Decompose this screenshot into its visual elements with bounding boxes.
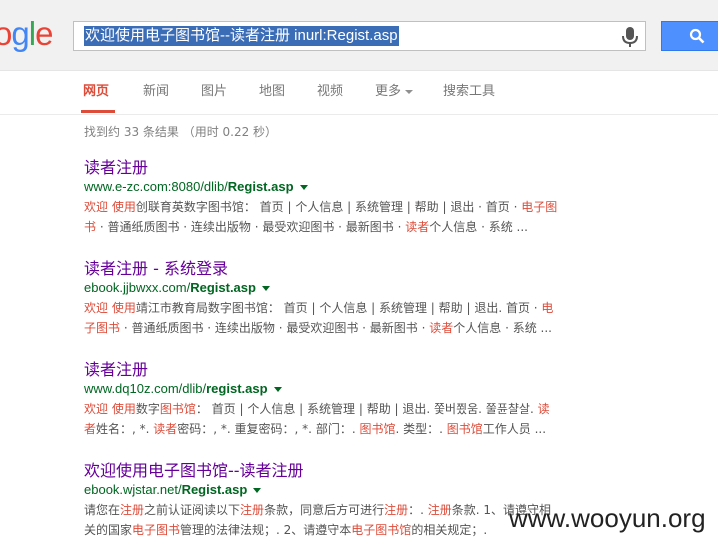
- snippet-line: 欢迎 使用数字图书馆： 首页 | 个人信息 | 系统管理 | 帮助 | 退出. …: [84, 399, 594, 419]
- google-logo[interactable]: ogle: [0, 14, 53, 54]
- snippet-text: 关的国家: [84, 523, 133, 537]
- result-url-bold: Regist.asp: [227, 179, 294, 194]
- snippet-keyword: 图书馆: [446, 422, 483, 436]
- search-result: 读者注册 www.e-zc.com:8080/dlib/Regist.asp 欢…: [84, 157, 704, 237]
- snippet-keyword: 图书馆: [159, 402, 196, 416]
- result-url: www.dq10z.com/dlib/regist.asp: [84, 381, 704, 397]
- snippet-text: 姓名：, *.: [96, 422, 154, 436]
- snippet-text: 数字: [135, 402, 160, 416]
- snippet-text: 的相关规定；.: [411, 523, 488, 537]
- snippet-line: 者姓名：, *. 读者密码：, *. 重复密码：, *. 部门：. 图书馆. 类…: [84, 419, 594, 439]
- snippet-keyword: 欢迎 使用: [84, 200, 136, 214]
- logo-letter: g: [11, 15, 29, 52]
- tab-news[interactable]: 新闻: [143, 84, 169, 100]
- snippet-text: 工作人员 ...: [482, 422, 547, 436]
- result-snippet: 欢迎 使用数字图书馆： 首页 | 个人信息 | 系统管理 | 帮助 | 退出. …: [84, 399, 594, 439]
- snippet-text: 个人信息 · 系统 ...: [429, 220, 528, 234]
- result-url-bold: regist.asp: [206, 381, 268, 396]
- url-options-arrow-icon[interactable]: [261, 286, 270, 292]
- snippet-keyword: 注册: [120, 503, 145, 517]
- result-snippet: 欢迎 使用靖江市教育局数字图书馆： 首页 | 个人信息 | 系统管理 | 帮助 …: [84, 298, 594, 338]
- snippet-keyword: 注册: [384, 503, 409, 517]
- result-url-prefix: ebook.jjbwxx.com/: [84, 280, 191, 295]
- result-url: ebook.wjstar.net/Regist.asp: [84, 482, 704, 498]
- tab-more-label: 更多: [375, 84, 402, 99]
- snippet-keyword: 电: [541, 301, 554, 315]
- search-result: 读者注册 www.dq10z.com/dlib/regist.asp 欢迎 使用…: [84, 359, 704, 439]
- snippet-text: 靖江市教育局数字图书馆： 首页 | 个人信息 | 系统管理 | 帮助 | 退出.…: [135, 301, 542, 315]
- snippet-text: 密码：, *. 重复密码：, *. 部门：.: [177, 422, 360, 436]
- snippet-text: 条款，同意后方可进行: [264, 503, 385, 517]
- result-url-prefix: www.dq10z.com/dlib/: [84, 381, 207, 396]
- snippet-keyword: 欢迎 使用: [84, 402, 136, 416]
- chevron-down-icon: [405, 89, 414, 94]
- url-options-arrow-icon[interactable]: [299, 185, 308, 191]
- search-button[interactable]: [661, 21, 718, 51]
- tab-more[interactable]: 更多: [375, 84, 414, 100]
- result-url-bold: Regist.asp: [181, 482, 248, 497]
- snippet-keyword: 注册: [240, 503, 265, 517]
- snippet-line: 书 · 普通纸质图书 · 连续出版物 · 最受欢迎图书 · 最新图书 · 读者个…: [84, 217, 594, 237]
- snippet-keyword: 读: [537, 402, 550, 416]
- result-url-prefix: www.e-zc.com:8080/dlib/: [84, 179, 228, 194]
- snippet-text: 创联育英数字图书馆： 首页 | 个人信息 | 系统管理 | 帮助 | 退出 · …: [135, 200, 522, 214]
- result-title-link[interactable]: 读者注册: [84, 157, 704, 179]
- snippet-text: 之前认证阅读以下: [144, 503, 241, 517]
- snippet-keyword: 欢迎 使用: [84, 301, 136, 315]
- result-title-link[interactable]: 读者注册: [84, 359, 704, 381]
- tab-web[interactable]: 网页: [83, 84, 109, 100]
- logo-letter: e: [35, 15, 53, 52]
- result-stats: 找到约 33 条结果 （用时 0.22 秒）: [84, 125, 278, 139]
- snippet-line: 欢迎 使用靖江市教育局数字图书馆： 首页 | 个人信息 | 系统管理 | 帮助 …: [84, 298, 594, 318]
- snippet-keyword: 读者: [153, 422, 178, 436]
- snippet-keyword: 图书馆: [359, 422, 396, 436]
- logo-letter: o: [0, 15, 12, 52]
- snippet-text: . 类型：.: [395, 422, 447, 436]
- search-header: ogle 欢迎使用电子图书馆--读者注册 inurl:Regist.asp: [0, 0, 718, 71]
- snippet-keyword: 电子图书: [132, 523, 181, 537]
- snippet-keyword: 读者: [405, 220, 430, 234]
- snippet-keyword: 注册: [427, 503, 452, 517]
- search-query-text: 欢迎使用电子图书馆--读者注册 inurl:Regist.asp: [84, 26, 399, 46]
- url-options-arrow-icon[interactable]: [273, 387, 282, 393]
- snippet-text: 个人信息 · 系统 ...: [453, 321, 552, 335]
- active-tab-indicator: [81, 110, 115, 113]
- snippet-text: ：.: [408, 503, 428, 517]
- snippet-text: 请您在: [84, 503, 121, 517]
- snippet-keyword: 读者: [429, 321, 454, 335]
- tab-images[interactable]: 图片: [201, 84, 227, 100]
- search-tabs: 网页 新闻 图片 地图 视频 更多 搜索工具: [0, 70, 718, 115]
- microphone-icon[interactable]: [620, 26, 640, 48]
- snippet-keyword: 书: [84, 220, 97, 234]
- snippet-text: 管理的法律法规；. 2、请遵守本: [180, 523, 352, 537]
- result-url: www.e-zc.com:8080/dlib/Regist.asp: [84, 179, 704, 195]
- snippet-keyword: 电子图书馆: [351, 523, 412, 537]
- watermark: www.wooyun.org: [509, 503, 706, 533]
- snippet-text: ： 首页 | 个人信息 | 系统管理 | 帮助 | 退出. 쫓버쬤움. 쭐퓬챨살…: [195, 402, 538, 416]
- snippet-text: · 普通纸质图书 · 连续出版物 · 最受欢迎图书 · 最新图书 ·: [120, 321, 430, 335]
- snippet-line: 欢迎 使用创联育英数字图书馆： 首页 | 个人信息 | 系统管理 | 帮助 | …: [84, 197, 594, 217]
- snippet-keyword: 电子图: [521, 200, 558, 214]
- snippet-keyword: 子图书: [84, 321, 121, 335]
- snippet-text: · 普通纸质图书 · 连续出版物 · 最受欢迎图书 · 最新图书 ·: [96, 220, 406, 234]
- tab-videos[interactable]: 视频: [317, 84, 343, 100]
- result-snippet: 欢迎 使用创联育英数字图书馆： 首页 | 个人信息 | 系统管理 | 帮助 | …: [84, 197, 594, 237]
- result-url-bold: Regist.asp: [190, 280, 256, 295]
- snippet-keyword: 者: [84, 422, 97, 436]
- url-options-arrow-icon[interactable]: [253, 488, 262, 494]
- result-url: ebook.jjbwxx.com/Regist.asp: [84, 280, 704, 296]
- tab-maps[interactable]: 地图: [259, 84, 285, 100]
- result-title-link[interactable]: 欢迎使用电子图书馆--读者注册: [84, 460, 704, 482]
- result-title-link[interactable]: 读者注册 - 系统登录: [84, 258, 704, 280]
- search-result: 读者注册 - 系统登录 ebook.jjbwxx.com/Regist.asp …: [84, 258, 704, 338]
- snippet-line: 子图书 · 普通纸质图书 · 连续出版物 · 最受欢迎图书 · 最新图书 · 读…: [84, 318, 594, 338]
- search-input[interactable]: 欢迎使用电子图书馆--读者注册 inurl:Regist.asp: [73, 21, 646, 51]
- search-icon: [689, 28, 705, 44]
- result-url-prefix: ebook.wjstar.net/: [84, 482, 182, 497]
- tab-search-tools[interactable]: 搜索工具: [443, 84, 495, 100]
